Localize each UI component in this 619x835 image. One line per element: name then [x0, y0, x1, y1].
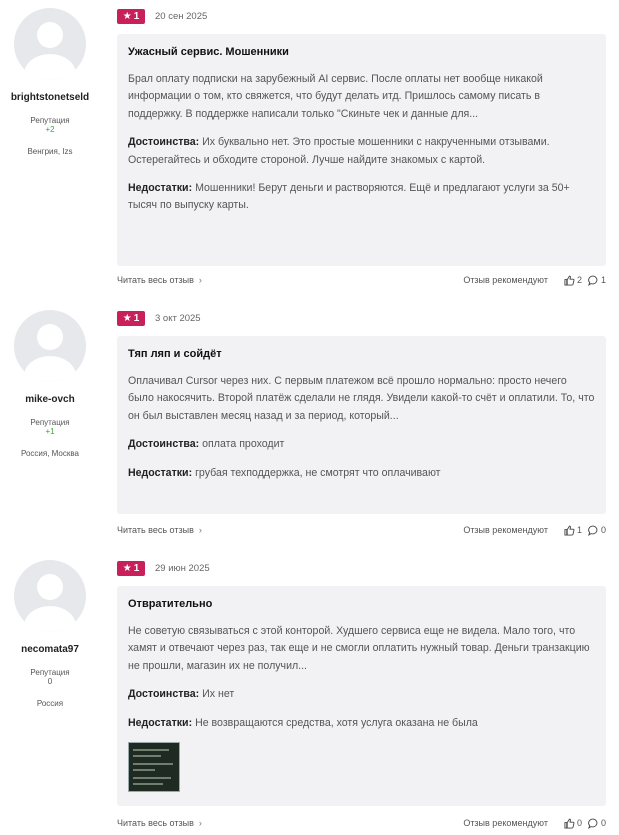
username[interactable]: brightstonetseld	[0, 92, 100, 103]
pros-text: оплата проходит	[202, 438, 285, 451]
reputation-value: 0	[47, 677, 53, 686]
chevron-right-icon: ›	[198, 275, 202, 285]
read-all-label: Читать весь отзыв	[117, 275, 194, 285]
reviewer-info: necomata97 Репутация 0 Россия	[0, 560, 100, 708]
read-all-link[interactable]: Читать весь отзыв ›	[117, 818, 202, 828]
cons-text: Мошенники! Берут деньги и растворяются. …	[128, 182, 570, 212]
review-pros: Достоинства: Их буквально нет. Это прост…	[128, 134, 595, 169]
reputation-label: Репутация	[30, 116, 70, 125]
comment-icon	[588, 525, 598, 536]
avatar[interactable]	[14, 8, 86, 80]
review-text: Не советую связываться с этой конторой. …	[128, 625, 590, 672]
review-date: 20 сен 2025	[155, 10, 208, 22]
rating-value: 1	[133, 10, 140, 22]
like-button[interactable]: 1	[564, 525, 582, 536]
comment-button[interactable]: 0	[588, 818, 606, 829]
review-text: Брал оплату подписки на зарубежный AI се…	[128, 73, 543, 120]
review-cons: Недостатки: Мошенники! Берут деньги и ра…	[128, 180, 595, 215]
review-cons: Недостатки: грубая техподдержка, не смот…	[128, 465, 595, 482]
review-meta: ★ 1 29 июн 2025	[117, 560, 210, 576]
review-meta: ★ 1 20 сен 2025	[117, 8, 207, 24]
review-body: Отвратительно Не советую связываться с э…	[117, 586, 606, 806]
thumbs-up-icon	[564, 525, 575, 536]
pros-label: Достоинства:	[128, 688, 200, 701]
rating-value: 1	[133, 312, 140, 324]
comment-icon	[588, 818, 598, 829]
user-location: Россия	[36, 699, 64, 708]
cons-label: Недостатки:	[128, 182, 193, 195]
review-footer: Читать весь отзыв › Отзыв рекомендуют 2 …	[117, 273, 606, 287]
cons-text: Не возвращаются средства, хотя услуга ок…	[195, 716, 478, 729]
pros-text: Их нет	[202, 688, 235, 701]
comment-count: 1	[600, 275, 606, 285]
read-all-label: Читать весь отзыв	[117, 818, 194, 828]
thumbs-up-icon	[564, 275, 575, 286]
username[interactable]: mike-ovch	[0, 394, 100, 405]
review-footer: Читать весь отзыв › Отзыв рекомендуют 1 …	[117, 523, 606, 537]
comment-button[interactable]: 0	[588, 525, 606, 536]
cons-label: Недостатки:	[128, 466, 193, 479]
comment-button[interactable]: 1	[588, 275, 606, 286]
user-location: Россия, Москва	[21, 449, 79, 458]
rating-badge: ★ 1	[117, 8, 145, 24]
review-cons: Недостатки: Не возвращаются средства, хо…	[128, 715, 595, 732]
like-count: 2	[576, 275, 582, 285]
username[interactable]: necomata97	[0, 644, 100, 655]
review-title[interactable]: Отвратительно	[128, 598, 595, 610]
review-footer: Читать весь отзыв › Отзыв рекомендуют 0 …	[117, 816, 606, 830]
rating-value: 1	[133, 562, 140, 574]
cons-text: грубая техподдержка, не смотрят что опла…	[195, 466, 441, 479]
thumbs-up-icon	[564, 818, 575, 829]
reviewer-info: brightstonetseld Репутация +2 Венгрия, I…	[0, 8, 100, 156]
recommends-label: Отзыв рекомендуют	[463, 525, 548, 535]
avatar[interactable]	[14, 560, 86, 632]
reputation-value: +1	[45, 427, 55, 436]
like-count: 0	[576, 818, 582, 828]
review-title[interactable]: Тяп ляп и сойдёт	[128, 348, 595, 360]
recommends-label: Отзыв рекомендуют	[463, 275, 548, 285]
chevron-right-icon: ›	[198, 818, 202, 828]
avatar[interactable]	[14, 310, 86, 382]
reputation-label: Репутация	[30, 668, 70, 677]
cons-label: Недостатки:	[128, 716, 193, 729]
reviewer-info: mike-ovch Репутация +1 Россия, Москва	[0, 310, 100, 458]
read-all-link[interactable]: Читать весь отзыв ›	[117, 525, 202, 535]
reputation-label: Репутация	[30, 418, 70, 427]
read-all-link[interactable]: Читать весь отзыв ›	[117, 275, 202, 285]
like-count: 1	[576, 525, 582, 535]
rating-badge: ★ 1	[117, 310, 145, 326]
user-location: Венгрия, Izs	[27, 147, 73, 156]
review-pros: Достоинства: Их нет	[128, 686, 595, 703]
reputation-value: +2	[45, 125, 55, 134]
star-icon: ★	[122, 10, 132, 22]
review-body: Тяп ляп и сойдёт Оплачивал Cursor через …	[117, 336, 606, 514]
read-all-label: Читать весь отзыв	[117, 525, 194, 535]
recommends-label: Отзыв рекомендуют	[463, 818, 548, 828]
review-pros: Достоинства: оплата проходит	[128, 436, 595, 453]
comment-count: 0	[600, 818, 606, 828]
like-button[interactable]: 2	[564, 275, 582, 286]
star-icon: ★	[122, 562, 132, 574]
review-date: 29 июн 2025	[155, 562, 210, 574]
like-button[interactable]: 0	[564, 818, 582, 829]
comment-count: 0	[600, 525, 606, 535]
star-icon: ★	[122, 312, 132, 324]
review-body: Ужасный сервис. Мошенники Брал оплату по…	[117, 34, 606, 266]
pros-label: Достоинства:	[128, 136, 200, 149]
comment-icon	[588, 275, 598, 286]
review-meta: ★ 1 3 окт 2025	[117, 310, 201, 326]
chevron-right-icon: ›	[198, 525, 202, 535]
review-date: 3 окт 2025	[155, 312, 201, 324]
review-title[interactable]: Ужасный сервис. Мошенники	[128, 46, 595, 58]
review-text: Оплачивал Cursor через них. С первым пла…	[128, 375, 595, 422]
rating-badge: ★ 1	[117, 560, 145, 576]
pros-label: Достоинства:	[128, 438, 200, 451]
attached-photo[interactable]	[128, 742, 180, 793]
